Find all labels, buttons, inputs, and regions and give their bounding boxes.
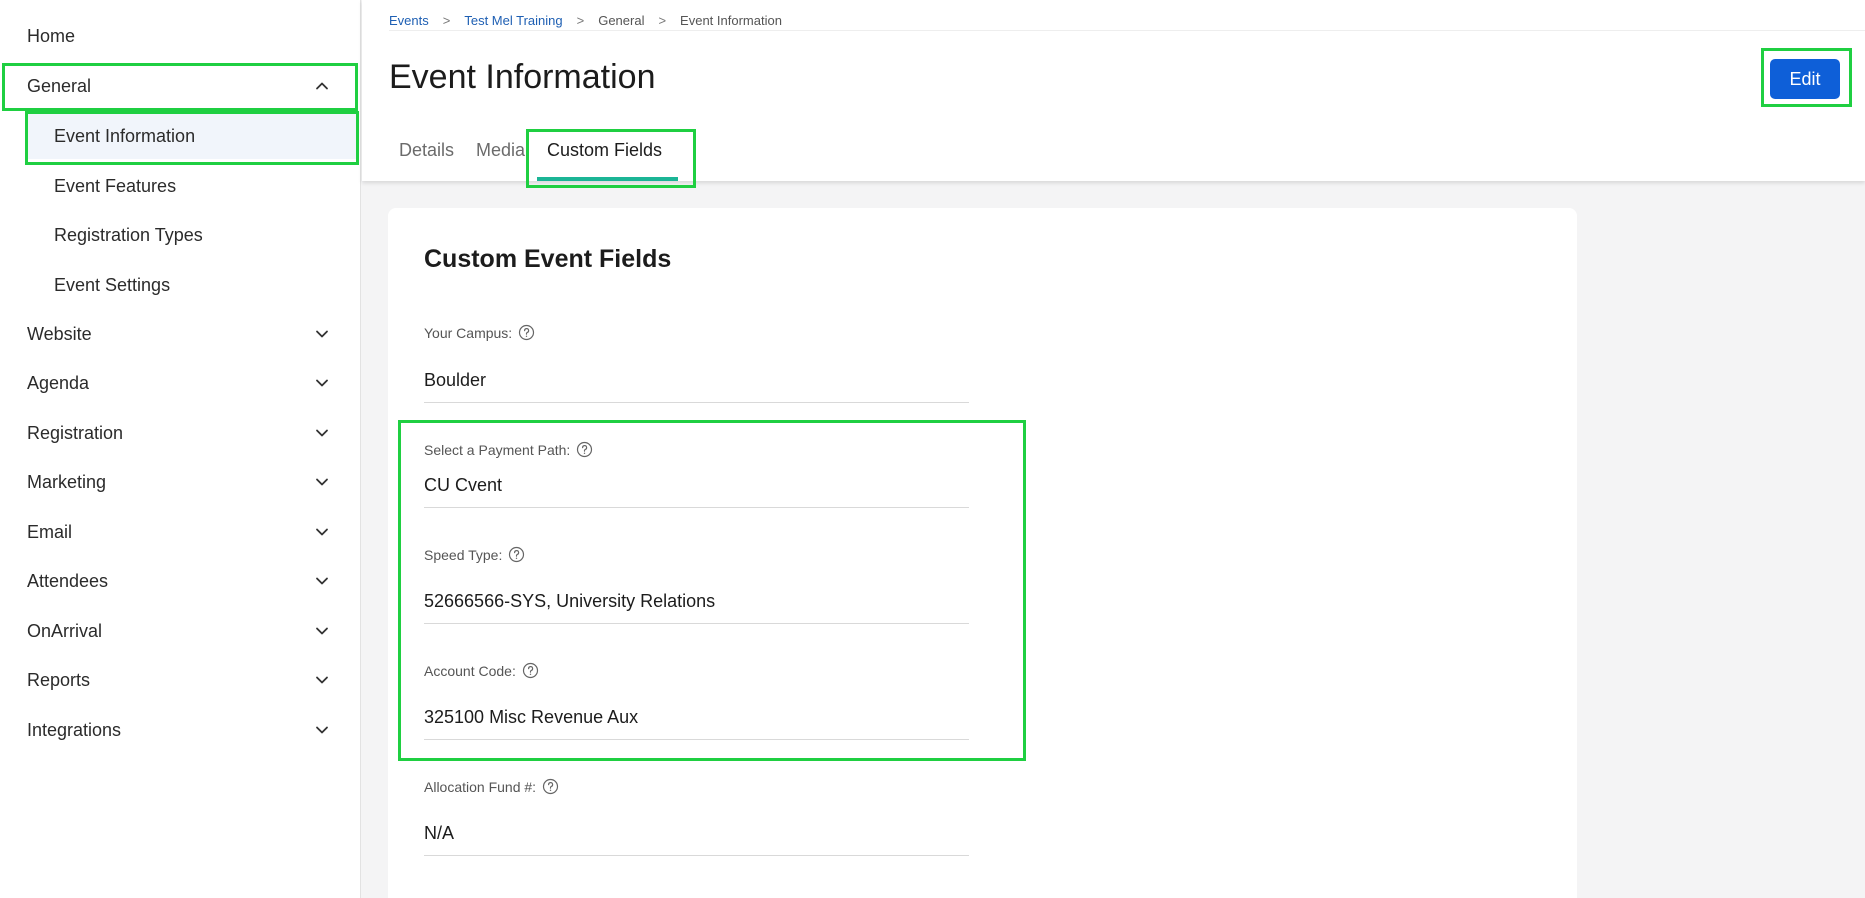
field-label-text: Account Code: — [424, 662, 516, 679]
sidebar-item-event-information[interactable]: Event Information — [27, 113, 357, 159]
sidebar-item-label: Email — [27, 521, 73, 542]
sidebar-item-label: Marketing — [27, 471, 107, 492]
active-tab-indicator — [537, 177, 678, 181]
sidebar-item-label: Event Features — [54, 175, 177, 196]
field-label-text: Your Campus: — [424, 324, 513, 341]
sidebar-item-label: Reports — [27, 669, 91, 690]
field-underline — [424, 402, 969, 403]
breadcrumb-event-name[interactable]: Test Mel Training — [464, 13, 562, 28]
sidebar-item-integrations[interactable]: Integrations — [0, 707, 361, 753]
sidebar-item-label: Website — [27, 323, 92, 344]
sidebar-item-home[interactable]: Home — [0, 13, 361, 59]
tab-details[interactable]: Details — [399, 140, 454, 161]
field-label-account-code: Account Code: — [424, 662, 539, 679]
field-label-text: Speed Type: — [424, 546, 503, 563]
tab-media[interactable]: Media — [476, 140, 525, 161]
sidebar-item-marketing[interactable]: Marketing — [0, 459, 361, 505]
sidebar-item-label: Agenda — [27, 372, 90, 393]
tab-custom-fields[interactable]: Custom Fields — [547, 140, 662, 161]
field-label-campus: Your Campus: — [424, 324, 535, 341]
page-header: Events > Test Mel Training > General > E… — [362, 0, 1865, 181]
chevron-up-icon — [313, 77, 331, 95]
sidebar-item-email[interactable]: Email — [0, 509, 361, 555]
chevron-down-icon — [313, 721, 331, 739]
chevron-down-icon — [313, 424, 331, 442]
breadcrumb-current: Event Information — [680, 13, 782, 28]
question-circle-icon[interactable] — [508, 546, 525, 563]
chevron-down-icon — [313, 473, 331, 491]
question-circle-icon[interactable] — [576, 441, 593, 458]
field-value-account-code: 325100 Misc Revenue Aux — [424, 707, 639, 727]
sidebar-item-event-settings[interactable]: Event Settings — [27, 262, 357, 308]
card-title: Custom Event Fields — [424, 245, 672, 273]
breadcrumb-separator: > — [576, 13, 585, 28]
field-underline — [424, 507, 969, 508]
chevron-down-icon — [313, 622, 331, 640]
breadcrumb: Events > Test Mel Training > General > E… — [389, 13, 782, 28]
field-label-speed-type: Speed Type: — [424, 546, 525, 563]
question-circle-icon[interactable] — [518, 324, 535, 341]
sidebar-item-onarrival[interactable]: OnArrival — [0, 608, 361, 654]
sidebar-item-label: Attendees — [27, 570, 109, 591]
field-label-payment-path: Select a Payment Path: — [424, 441, 593, 458]
chevron-down-icon — [313, 671, 331, 689]
edit-button[interactable]: Edit — [1770, 59, 1840, 99]
sidebar-item-registration-types[interactable]: Registration Types — [27, 212, 357, 258]
page-title: Event Information — [389, 58, 656, 96]
breadcrumb-events[interactable]: Events — [389, 13, 429, 28]
chevron-down-icon — [313, 325, 331, 343]
sidebar-item-label: OnArrival — [27, 620, 103, 641]
field-value-speed-type: 52666566-SYS, University Relations — [424, 591, 716, 611]
header-divider — [389, 30, 1865, 31]
breadcrumb-general: General — [598, 13, 645, 28]
breadcrumb-separator: > — [442, 13, 451, 28]
field-underline — [424, 623, 969, 624]
chevron-down-icon — [313, 374, 331, 392]
sidebar-item-label: Registration Types — [54, 224, 203, 245]
sidebar-item-registration[interactable]: Registration — [0, 410, 361, 456]
sidebar-item-attendees[interactable]: Attendees — [0, 558, 361, 604]
field-value-payment-path: CU Cvent — [424, 475, 503, 495]
chevron-down-icon — [313, 572, 331, 590]
sidebar-item-label: Event Information — [54, 125, 196, 146]
field-underline — [424, 855, 969, 856]
sidebar-item-label: Integrations — [27, 719, 122, 740]
field-underline — [424, 739, 969, 740]
sidebar-item-event-features[interactable]: Event Features — [27, 163, 357, 209]
sidebar-item-reports[interactable]: Reports — [0, 657, 361, 703]
sidebar-item-website[interactable]: Website — [0, 311, 361, 357]
sidebar-item-label: General — [27, 75, 92, 96]
field-value-allocation-fund: N/A — [424, 823, 455, 843]
field-label-text: Allocation Fund #: — [424, 778, 537, 795]
sidebar-item-general[interactable]: General — [0, 63, 361, 109]
sidebar-item-agenda[interactable]: Agenda — [0, 360, 361, 406]
sidebar-item-label: Home — [27, 25, 76, 46]
sidebar-item-label: Event Settings — [54, 274, 171, 295]
chevron-down-icon — [313, 523, 331, 541]
field-label-allocation-fund: Allocation Fund #: — [424, 778, 559, 795]
sidebar: Home General Event Information Event Fea… — [0, 0, 361, 898]
question-circle-icon[interactable] — [522, 662, 539, 679]
field-value-campus: Boulder — [424, 370, 487, 390]
sidebar-item-label: Registration — [27, 422, 124, 443]
question-circle-icon[interactable] — [542, 778, 559, 795]
field-label-text: Select a Payment Path: — [424, 441, 571, 458]
custom-fields-card — [388, 208, 1577, 898]
breadcrumb-separator: > — [658, 13, 667, 28]
